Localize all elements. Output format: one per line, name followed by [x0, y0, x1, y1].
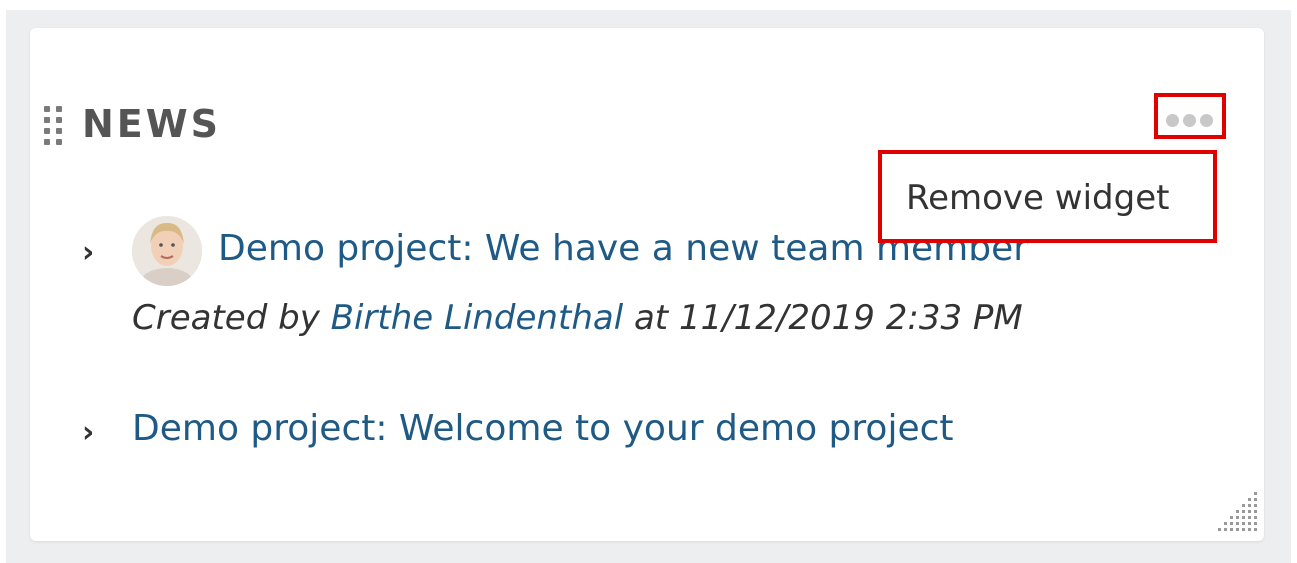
meta-created-by: Created by: [132, 298, 320, 338]
widget-menu-dropdown: Remove widget: [878, 150, 1217, 243]
widget-menu-button[interactable]: [1154, 93, 1226, 139]
meta-at: at: [633, 298, 669, 338]
author-link[interactable]: Birthe Lindenthal: [331, 298, 624, 338]
avatar: [132, 216, 202, 286]
remove-widget-menu-item[interactable]: Remove widget: [906, 176, 1169, 220]
meta-datetime: 11/12/2019 2:33 PM: [678, 298, 1023, 338]
resize-handle-icon[interactable]: [1214, 488, 1260, 534]
widget-title: NEWS: [82, 102, 222, 146]
news-item-title[interactable]: Demo project: Welcome to your demo proje…: [132, 406, 954, 452]
expand-chevron-icon[interactable]: ›: [82, 418, 94, 448]
expand-chevron-icon[interactable]: ›: [82, 238, 94, 268]
news-item-meta: Created by Birthe Lindenthal at 11/12/20…: [132, 296, 1023, 340]
more-horizontal-icon: [1166, 114, 1179, 127]
drag-handle-icon[interactable]: [42, 104, 64, 146]
